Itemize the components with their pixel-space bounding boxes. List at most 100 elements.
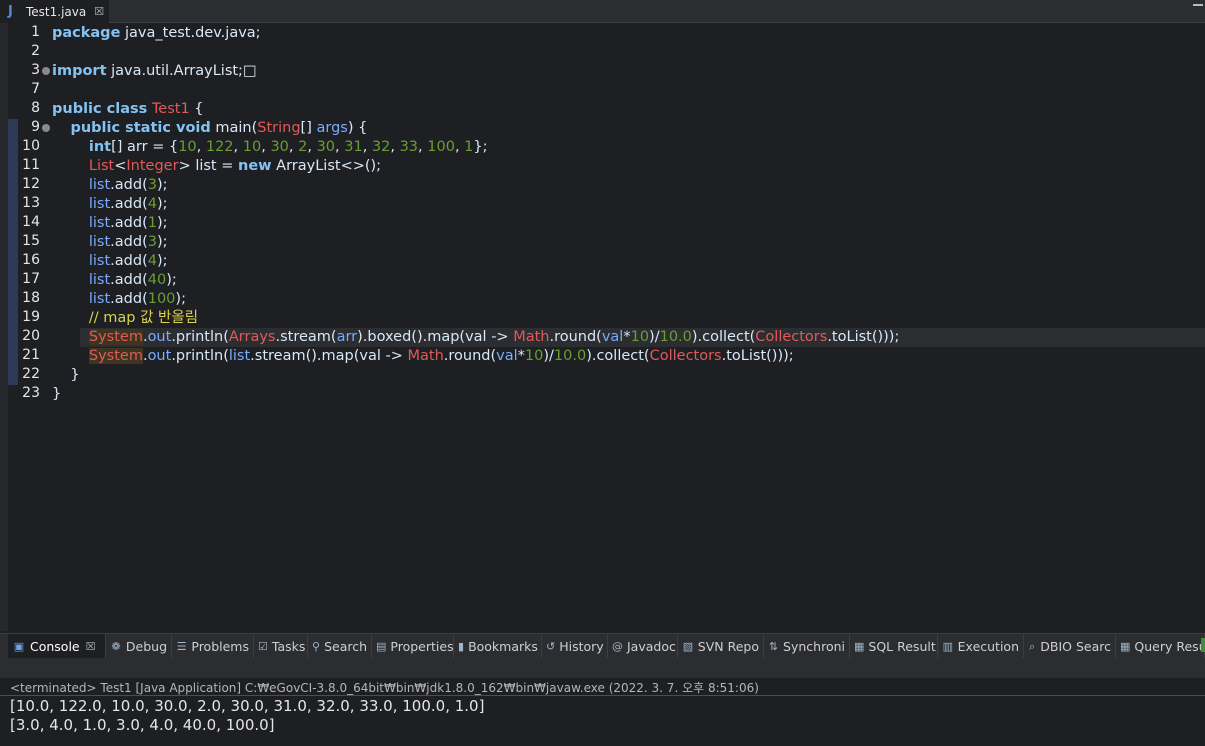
line-number: 20 — [22, 328, 40, 344]
code-line[interactable]: list.add(4); — [52, 252, 1205, 271]
line-number: 11 — [22, 157, 40, 173]
line-number: 13 — [22, 195, 40, 211]
view-tab-tasks[interactable]: ☑ Tasks — [254, 634, 308, 659]
view-tab-history[interactable]: ↺ History — [542, 634, 608, 659]
code-token: new — [238, 158, 272, 174]
code-line[interactable]: System.out.println(list.stream().map(val… — [52, 347, 1205, 366]
code-line[interactable]: list.add(1); — [52, 214, 1205, 233]
code-line-content: List<Integer> list = new ArrayList<>(); — [52, 158, 381, 174]
code-line[interactable]: } — [52, 366, 1205, 385]
code-line[interactable]: import java.util.ArrayList;□ — [52, 62, 1205, 81]
code-token: )/ — [649, 329, 660, 345]
code-token: ); — [156, 177, 168, 193]
code-token: }; — [473, 139, 488, 155]
view-tab-javadoc[interactable]: @ Javadoc — [608, 634, 678, 659]
view-tab-query-resu[interactable]: ▦ Query Resu — [1116, 634, 1205, 659]
minimize-icon[interactable] — [1193, 4, 1203, 6]
fold-toggle-icon[interactable] — [42, 67, 50, 75]
code-line[interactable]: List<Integer> list = new ArrayList<>(); — [52, 157, 1205, 176]
code-token: , — [233, 139, 243, 155]
code-token: list — [88, 234, 111, 250]
code-token: 4 — [147, 196, 157, 212]
code-token: ); — [156, 215, 168, 231]
view-tab-problems[interactable]: ☰ Problems — [172, 634, 254, 659]
console-terminated-status: <terminated> Test1 [Java Application] C:… — [10, 681, 759, 695]
code-line-content: list.add(3); — [52, 177, 168, 193]
code-line[interactable]: public static void main(String[] args) { — [52, 119, 1205, 138]
code-token: [] arr = { — [111, 139, 179, 155]
line-number: 12 — [22, 176, 40, 192]
code-token: 40 — [147, 272, 167, 288]
editor-tab-test1[interactable]: J Test1.java ☒ — [0, 0, 109, 23]
code-editor[interactable]: 1 2 3 7 8 9 10 11 12 13 14 15 16 17 18 19 20 21 22 23 packa… — [0, 23, 1205, 631]
view-tab-svn-repo[interactable]: ▧ SVN Repo — [678, 634, 764, 659]
code-line[interactable]: public class Test1 { — [52, 100, 1205, 119]
code-token: 3 — [147, 177, 157, 193]
code-token: val — [496, 348, 518, 364]
line-number: 14 — [22, 214, 40, 230]
view-tab-label: SVN Repo — [697, 639, 759, 654]
line-number: 10 — [22, 138, 40, 154]
code-token: 122 — [205, 139, 234, 155]
code-token: , — [390, 139, 400, 155]
code-token: val — [601, 329, 624, 345]
code-token: 3 — [147, 234, 157, 250]
fold-toggle-icon[interactable] — [42, 124, 50, 132]
console-toolbar — [0, 658, 1205, 678]
code-line[interactable]: int[] arr = {10, 122, 10, 30, 2, 30, 31,… — [52, 138, 1205, 157]
close-icon[interactable]: ☒ — [94, 5, 104, 18]
console-output-line-2: [3.0, 4.0, 1.0, 3.0, 4.0, 40.0, 100.0] — [10, 716, 275, 734]
code-token: import — [52, 63, 107, 79]
code-token: list — [88, 253, 111, 269]
view-tab-synchroni[interactable]: ⇅ Synchroni — [764, 634, 850, 659]
code-token: list — [88, 196, 111, 212]
code-line[interactable]: package java_test.dev.java; — [52, 24, 1205, 43]
view-tab-properties[interactable]: ▤ Properties — [372, 634, 454, 659]
code-token: 10 — [242, 139, 262, 155]
code-line[interactable]: // map 값 반올림 — [52, 309, 1205, 328]
view-tab-label: Javadoc — [627, 639, 676, 654]
view-tab-label: DBIO Searc — [1040, 639, 1111, 654]
code-line[interactable]: list.add(4); — [52, 195, 1205, 214]
view-tab-sql-result[interactable]: ▦ SQL Result — [850, 634, 938, 659]
console-output-line-1: [10.0, 122.0, 10.0, 30.0, 2.0, 30.0, 31.… — [10, 697, 485, 715]
code-line[interactable]: list.add(40); — [52, 271, 1205, 290]
code-token: )/ — [543, 348, 554, 364]
code-line-content: list.add(4); — [52, 196, 168, 212]
code-line[interactable]: list.add(3); — [52, 233, 1205, 252]
close-icon[interactable]: ☒ — [86, 640, 96, 653]
code-line[interactable]: list.add(3); — [52, 176, 1205, 195]
code-token: < — [114, 158, 127, 174]
code-token: , — [288, 139, 299, 155]
code-token: .add( — [110, 234, 148, 250]
code-token: .println( — [171, 348, 229, 364]
code-line[interactable]: System.out.println(Arrays.stream(arr).bo… — [80, 328, 1205, 347]
code-token: 31 — [344, 139, 363, 155]
code-token: , — [362, 139, 372, 155]
tasks-icon: ☑ — [258, 640, 268, 653]
code-token: 33 — [399, 139, 419, 155]
view-tab-search[interactable]: ⚲ Search — [308, 634, 372, 659]
code-line[interactable]: } — [52, 385, 1205, 404]
code-token: 30 — [316, 139, 336, 155]
properties-icon: ▤ — [376, 640, 387, 653]
view-tab-debug[interactable]: ❁ Debug — [106, 634, 172, 659]
code-token: java_test.dev.java; — [120, 25, 261, 41]
line-number: 3 — [31, 62, 40, 78]
code-token: args — [316, 120, 348, 136]
view-tab-dbio-searc[interactable]: ⌕ DBIO Searc — [1024, 634, 1116, 659]
code-line[interactable] — [52, 81, 1205, 100]
code-line-content: } — [52, 386, 61, 402]
view-tab-bookmarks[interactable]: ▮ Bookmarks — [454, 634, 542, 659]
code-token: .round( — [443, 348, 497, 364]
code-line[interactable]: list.add(100); — [52, 290, 1205, 309]
overflow-indicator — [1201, 638, 1205, 652]
code-token: java.util.ArrayList; — [106, 63, 243, 79]
code-line[interactable] — [52, 43, 1205, 62]
code-token: 1 — [147, 215, 157, 231]
view-tab-console[interactable]: ▣ Console ☒ — [8, 634, 106, 659]
view-tab-execution[interactable]: ▥ Execution — [938, 634, 1024, 659]
